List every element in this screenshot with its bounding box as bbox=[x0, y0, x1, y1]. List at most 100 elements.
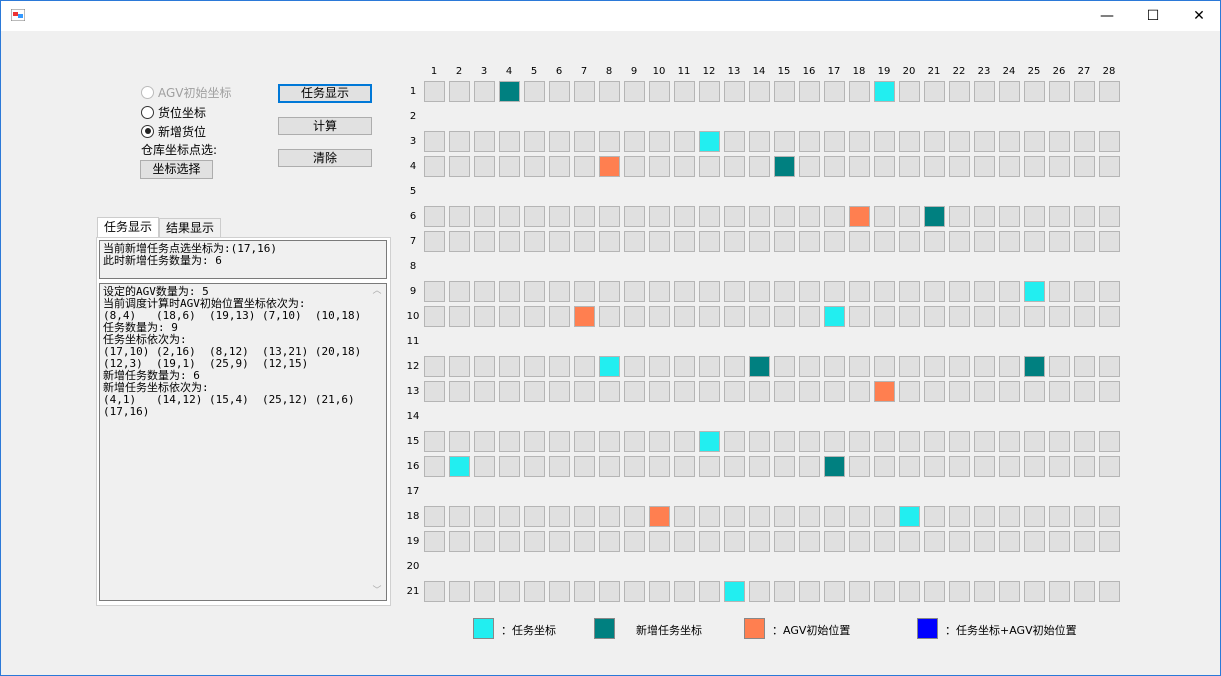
grid-cell[interactable] bbox=[799, 281, 820, 302]
tab-task-display[interactable]: 任务显示 bbox=[97, 217, 160, 238]
grid-cell[interactable] bbox=[574, 456, 595, 477]
grid-cell[interactable] bbox=[1099, 131, 1120, 152]
grid-cell[interactable] bbox=[1099, 456, 1120, 477]
grid-cell[interactable] bbox=[1049, 231, 1070, 252]
grid-cell[interactable] bbox=[599, 131, 620, 152]
grid-cell[interactable] bbox=[424, 356, 445, 377]
grid-cell[interactable] bbox=[949, 531, 970, 552]
grid-cell[interactable] bbox=[499, 306, 520, 327]
grid-cell[interactable] bbox=[974, 81, 995, 102]
grid-cell[interactable] bbox=[874, 531, 895, 552]
grid-cell[interactable] bbox=[474, 581, 495, 602]
grid-cell[interactable] bbox=[824, 156, 845, 177]
grid-cell[interactable] bbox=[449, 306, 470, 327]
grid-cell[interactable] bbox=[749, 356, 770, 377]
grid-cell[interactable] bbox=[624, 456, 645, 477]
grid-cell[interactable] bbox=[1099, 506, 1120, 527]
grid-cell[interactable] bbox=[424, 156, 445, 177]
grid-cell[interactable] bbox=[674, 81, 695, 102]
grid-cell[interactable] bbox=[599, 356, 620, 377]
grid-cell[interactable] bbox=[999, 306, 1020, 327]
grid-cell[interactable] bbox=[649, 156, 670, 177]
grid-cell[interactable] bbox=[549, 531, 570, 552]
grid-cell[interactable] bbox=[874, 431, 895, 452]
grid-cell[interactable] bbox=[624, 81, 645, 102]
log-textbox[interactable]: 设定的AGV数量为: 5 当前调度计算时AGV初始位置坐标依次为: (8,4) … bbox=[99, 283, 387, 601]
grid-cell[interactable] bbox=[574, 531, 595, 552]
grid-cell[interactable] bbox=[1074, 581, 1095, 602]
grid-cell[interactable] bbox=[574, 506, 595, 527]
grid-cell[interactable] bbox=[799, 206, 820, 227]
grid-cell[interactable] bbox=[649, 431, 670, 452]
grid-cell[interactable] bbox=[999, 506, 1020, 527]
grid-cell[interactable] bbox=[949, 306, 970, 327]
grid-cell[interactable] bbox=[1074, 431, 1095, 452]
grid-cell[interactable] bbox=[524, 206, 545, 227]
grid-cell[interactable] bbox=[499, 531, 520, 552]
grid-cell[interactable] bbox=[674, 381, 695, 402]
grid-cell[interactable] bbox=[699, 281, 720, 302]
grid-cell[interactable] bbox=[574, 156, 595, 177]
grid-cell[interactable] bbox=[724, 381, 745, 402]
grid-cell[interactable] bbox=[574, 81, 595, 102]
grid-cell[interactable] bbox=[674, 356, 695, 377]
grid-cell[interactable] bbox=[1024, 206, 1045, 227]
grid-cell[interactable] bbox=[974, 381, 995, 402]
grid-cell[interactable] bbox=[749, 531, 770, 552]
grid-cell[interactable] bbox=[649, 356, 670, 377]
grid-cell[interactable] bbox=[924, 531, 945, 552]
grid-cell[interactable] bbox=[874, 356, 895, 377]
grid-cell[interactable] bbox=[499, 281, 520, 302]
grid-cell[interactable] bbox=[849, 81, 870, 102]
grid-cell[interactable] bbox=[649, 381, 670, 402]
maximize-button[interactable]: ☐ bbox=[1130, 1, 1176, 31]
grid-cell[interactable] bbox=[724, 281, 745, 302]
grid-cell[interactable] bbox=[524, 306, 545, 327]
grid-cell[interactable] bbox=[1049, 306, 1070, 327]
grid-cell[interactable] bbox=[749, 431, 770, 452]
grid-cell[interactable] bbox=[799, 231, 820, 252]
grid-cell[interactable] bbox=[849, 506, 870, 527]
grid-cell[interactable] bbox=[949, 456, 970, 477]
grid-cell[interactable] bbox=[899, 281, 920, 302]
grid-cell[interactable] bbox=[524, 581, 545, 602]
grid-cell[interactable] bbox=[599, 306, 620, 327]
grid-cell[interactable] bbox=[899, 156, 920, 177]
grid-cell[interactable] bbox=[474, 506, 495, 527]
grid-cell[interactable] bbox=[799, 506, 820, 527]
grid-cell[interactable] bbox=[624, 531, 645, 552]
grid-cell[interactable] bbox=[574, 206, 595, 227]
grid-cell[interactable] bbox=[1049, 531, 1070, 552]
grid-cell[interactable] bbox=[524, 431, 545, 452]
grid-cell[interactable] bbox=[799, 81, 820, 102]
grid-cell[interactable] bbox=[749, 206, 770, 227]
grid-cell[interactable] bbox=[749, 81, 770, 102]
grid-cell[interactable] bbox=[974, 506, 995, 527]
grid-cell[interactable] bbox=[549, 281, 570, 302]
grid-cell[interactable] bbox=[1049, 131, 1070, 152]
grid-cell[interactable] bbox=[824, 356, 845, 377]
grid-cell[interactable] bbox=[424, 506, 445, 527]
grid-cell[interactable] bbox=[724, 431, 745, 452]
grid-cell[interactable] bbox=[649, 131, 670, 152]
grid-cell[interactable] bbox=[649, 231, 670, 252]
grid-cell[interactable] bbox=[699, 456, 720, 477]
grid-cell[interactable] bbox=[824, 431, 845, 452]
grid-cell[interactable] bbox=[824, 81, 845, 102]
grid-cell[interactable] bbox=[599, 206, 620, 227]
grid-cell[interactable] bbox=[1024, 506, 1045, 527]
grid-cell[interactable] bbox=[599, 506, 620, 527]
grid-cell[interactable] bbox=[499, 231, 520, 252]
grid-cell[interactable] bbox=[899, 381, 920, 402]
grid-cell[interactable] bbox=[499, 131, 520, 152]
grid-cell[interactable] bbox=[974, 531, 995, 552]
grid-cell[interactable] bbox=[524, 381, 545, 402]
grid-cell[interactable] bbox=[849, 381, 870, 402]
grid-cell[interactable] bbox=[499, 356, 520, 377]
grid-cell[interactable] bbox=[474, 231, 495, 252]
grid-cell[interactable] bbox=[649, 206, 670, 227]
grid-cell[interactable] bbox=[1024, 131, 1045, 152]
grid-cell[interactable] bbox=[1049, 156, 1070, 177]
scroll-down-icon[interactable]: ﹀ bbox=[369, 585, 385, 597]
grid-cell[interactable] bbox=[724, 231, 745, 252]
